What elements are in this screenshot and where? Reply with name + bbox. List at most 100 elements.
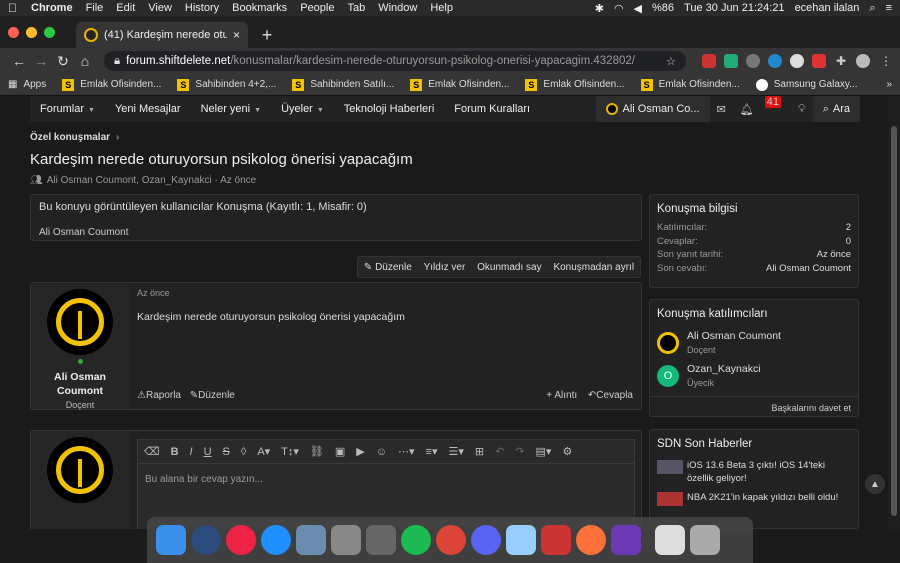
nav-forum-kurallari[interactable]: Forum Kuralları	[454, 103, 530, 115]
extension-icon[interactable]	[702, 54, 716, 68]
bold-icon[interactable]: B	[171, 446, 179, 458]
puzzle-icon[interactable]: ✚	[834, 54, 848, 68]
bookmark-star-icon[interactable]: ☆	[660, 54, 676, 68]
bookmark-item[interactable]: S Emlak Ofisinden...	[62, 78, 161, 91]
bookmark-item[interactable]: Samsung Galaxy...	[755, 78, 857, 91]
nav-yeni-mesajlar[interactable]: Yeni Mesajlar	[115, 103, 181, 115]
app-icon[interactable]	[225, 525, 256, 555]
lightbulb-icon[interactable]: 💡︎	[798, 103, 806, 116]
new-tab-button[interactable]: +	[256, 24, 278, 46]
profile-avatar[interactable]	[856, 54, 870, 68]
menu-people[interactable]: People	[300, 2, 334, 14]
close-window-button[interactable]	[8, 26, 19, 38]
menu-app[interactable]: Chrome	[31, 2, 73, 14]
imovie-icon[interactable]	[610, 525, 641, 555]
minimize-window-button[interactable]	[26, 26, 37, 38]
trash-icon[interactable]	[690, 525, 720, 555]
strikethrough-icon[interactable]: S	[223, 446, 230, 458]
bluetooth-icon[interactable]: ✱	[595, 2, 604, 15]
menu-file[interactable]: File	[86, 2, 104, 14]
invite-others-link[interactable]: Başkalarını davet et	[650, 396, 858, 419]
leave-conversation-button[interactable]: Konuşmadan ayrıl	[553, 262, 634, 273]
bookmark-item[interactable]: S Emlak Ofisinden...	[525, 78, 625, 91]
settings-gear-icon[interactable]: ⚙	[562, 445, 572, 458]
tab-close-icon[interactable]: ×	[233, 28, 240, 42]
page-scrollbar[interactable]	[888, 96, 900, 529]
safari-icon[interactable]	[260, 525, 291, 555]
bookmark-item[interactable]: S Sahibinden 4+2,...	[177, 78, 276, 91]
script-editor-icon[interactable]	[330, 525, 361, 555]
extension-icon[interactable]	[724, 54, 738, 68]
extension-icon[interactable]	[812, 54, 826, 68]
italic-icon[interactable]: I	[190, 446, 193, 458]
quote-button[interactable]: + Alıntı	[546, 390, 577, 401]
avatar[interactable]	[47, 289, 113, 355]
eraser-icon[interactable]: ⌫	[144, 445, 160, 458]
post-author-name[interactable]: Ali Osman Coumont	[31, 370, 129, 398]
reply-editor[interactable]: ⌫ B I U S ◊ A▾ T↕▾ ⛓ ▣ ▶ ☺ ⋯▾ ≡▾ ☰▾ ⊞ ↶ …	[137, 439, 635, 529]
font-icon[interactable]: A▾	[257, 445, 270, 458]
edit-button[interactable]: ✎ Düzenle	[364, 262, 412, 273]
app-icon[interactable]	[505, 525, 536, 555]
nav-teknoloji-haberleri[interactable]: Teknoloji Haberleri	[344, 103, 435, 115]
photo-booth-icon[interactable]	[540, 525, 571, 555]
save-draft-icon[interactable]: ▤▾	[536, 445, 552, 458]
extension-icon[interactable]	[768, 54, 782, 68]
menu-tab[interactable]: Tab	[347, 2, 365, 14]
post-edit-button[interactable]: ✎Düzenle	[190, 390, 235, 401]
nav-neler-yeni[interactable]: Neler yeni ▼	[201, 103, 261, 115]
menu-help[interactable]: Help	[430, 2, 453, 14]
news-item[interactable]: NBA 2K21'in kapak yıldızı belli oldu!	[650, 488, 858, 509]
participant-item[interactable]: Ali Osman Coumont Doçent	[650, 326, 858, 359]
post-date[interactable]: Az önce	[137, 288, 170, 298]
caret-down-icon[interactable]: ▼	[88, 107, 95, 114]
discord-icon[interactable]	[470, 525, 501, 555]
spotlight-icon[interactable]: ⌕	[869, 2, 875, 15]
report-button[interactable]: ⚠Raporla	[137, 390, 181, 401]
volume-icon[interactable]: ◀	[634, 2, 642, 15]
emoji-icon[interactable]: ☺	[376, 446, 387, 458]
image-icon[interactable]: ▣	[335, 445, 345, 458]
align-icon[interactable]: ≡▾	[426, 445, 438, 458]
bookmark-item[interactable]: S Sahibinden Satılı...	[292, 78, 394, 91]
caret-down-icon[interactable]: ▼	[317, 107, 324, 114]
redo-icon[interactable]: ↷	[515, 445, 524, 458]
media-icon[interactable]: ▶	[356, 445, 364, 458]
bookmark-item[interactable]: S Emlak Ofisinden...	[640, 78, 740, 91]
address-bar[interactable]: 🔒︎ forum.shiftdelete.net /konusmalar/kar…	[104, 51, 686, 71]
firefox-icon[interactable]	[575, 525, 606, 555]
system-preferences-icon[interactable]	[365, 525, 396, 555]
menu-history[interactable]: History	[185, 2, 219, 14]
forward-arrow-icon[interactable]: →	[30, 53, 52, 69]
underline-icon[interactable]: U	[204, 446, 212, 458]
kebab-menu-icon[interactable]: ⋮	[880, 54, 892, 68]
photo-thumbnail-icon[interactable]	[655, 525, 685, 555]
viewer-name[interactable]: Ali Osman Coumont	[39, 227, 633, 238]
chrome-icon[interactable]	[435, 525, 466, 555]
menu-window[interactable]: Window	[378, 2, 417, 14]
menu-edit[interactable]: Edit	[116, 2, 135, 14]
bell-icon[interactable]: 🔔︎41	[740, 96, 784, 116]
scrollbar-thumb[interactable]	[891, 126, 897, 516]
nav-forumlar[interactable]: Forumlar ▼	[40, 103, 95, 115]
user-name[interactable]: ecehan ilalan	[795, 2, 860, 14]
font-size-icon[interactable]: T↕▾	[281, 445, 299, 458]
extension-icon[interactable]	[790, 54, 804, 68]
undo-icon[interactable]: ↶	[495, 445, 504, 458]
zoom-window-button[interactable]	[44, 26, 55, 38]
clock[interactable]: Tue 30 Jun 21:24:21	[684, 2, 785, 14]
control-center-icon[interactable]: ≡	[886, 2, 892, 14]
back-arrow-icon[interactable]: ←	[8, 53, 30, 69]
info-value[interactable]: Ali Osman Coumont	[766, 262, 851, 276]
caret-down-icon[interactable]: ▼	[254, 107, 261, 114]
browser-tab[interactable]: (41) Kardeşim nerede oturuyor ×	[76, 22, 248, 48]
reload-icon[interactable]: ↻	[52, 53, 74, 70]
extension-icon[interactable]	[746, 54, 760, 68]
mark-unread-button[interactable]: Okunmadı say	[477, 262, 541, 273]
apple-icon[interactable]: 	[8, 1, 17, 15]
account-menu[interactable]: Ali Osman Co...	[595, 96, 710, 122]
scroll-to-top-button[interactable]: ▲	[865, 474, 885, 494]
reply-button[interactable]: ↶Cevapla	[588, 390, 633, 401]
table-icon[interactable]: ⊞	[475, 445, 484, 458]
home-icon[interactable]: ⌂	[74, 53, 96, 69]
